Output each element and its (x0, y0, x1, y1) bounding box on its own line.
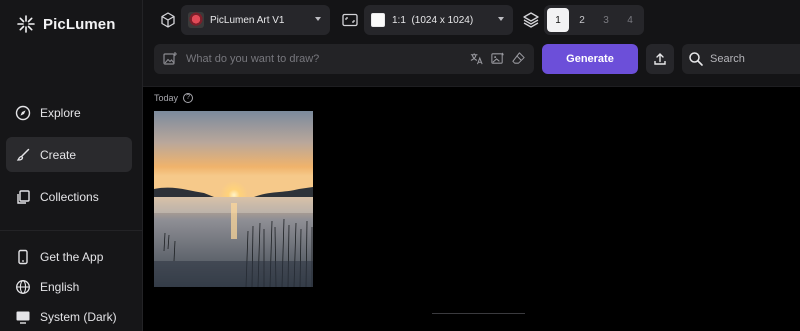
image-count-option-2[interactable]: 2 (571, 8, 593, 32)
sidebar-divider (0, 230, 143, 231)
sidebar-item-label: Get the App (40, 249, 104, 264)
generated-image-thumbnail[interactable] (154, 111, 313, 287)
image-count-option-1[interactable]: 1 (547, 8, 569, 32)
help-icon[interactable]: ? (183, 93, 194, 103)
image-count-option-3[interactable]: 3 (595, 8, 617, 32)
cube-icon (161, 12, 175, 28)
sidebar-item-collections[interactable]: Collections (6, 179, 132, 214)
search-bar (682, 44, 800, 74)
sidebar-item-create[interactable]: Create (6, 137, 132, 172)
scroll-indicator[interactable] (432, 313, 525, 314)
layers-icon (523, 12, 539, 28)
app-name: PicLumen (43, 15, 116, 33)
group-date-label: Today (154, 93, 179, 103)
sidebar-item-label: Create (40, 147, 77, 162)
sidebar-item-label: System (Dark) (40, 309, 117, 324)
collections-icon (17, 189, 30, 204)
sidebar: PicLumen Explore Create Collections Get … (0, 0, 143, 331)
aspect-ratio-label: 1:1 (1024 x 1024) (392, 14, 474, 26)
compass-icon (15, 105, 31, 120)
model-select[interactable]: PicLumen Art V1 (181, 5, 330, 35)
chevron-down-icon (498, 17, 504, 21)
phone-icon (18, 249, 28, 264)
theme-selector[interactable]: System (Dark) (6, 299, 132, 331)
upload-button[interactable] (646, 44, 674, 74)
square-ratio-icon (371, 13, 385, 27)
sidebar-item-label: English (40, 279, 80, 294)
sunset-lake-image (154, 111, 313, 287)
sidebar-item-label: Explore (40, 105, 81, 120)
image-count-selector: 1 2 3 4 (544, 5, 644, 35)
chevron-down-icon (315, 17, 321, 21)
prompt-input[interactable] (186, 53, 466, 65)
upload-icon (654, 53, 666, 65)
aspect-ratio-select[interactable]: 1:1 (1024 x 1024) (364, 5, 513, 35)
sidebar-item-label: Collections (40, 189, 99, 204)
search-input[interactable] (710, 53, 790, 65)
piclumen-logo-icon (17, 15, 35, 33)
prompt-bar (154, 44, 534, 74)
generate-button[interactable]: Generate (542, 44, 638, 74)
add-image-icon[interactable] (162, 51, 178, 67)
model-label: PicLumen Art V1 (210, 14, 285, 26)
search-icon (689, 52, 703, 66)
model-thumbnail (188, 12, 204, 28)
logo[interactable]: PicLumen (16, 14, 115, 34)
monitor-icon (16, 311, 30, 324)
globe-icon (16, 279, 30, 294)
image-describe-icon[interactable] (490, 51, 505, 66)
gallery-group-label: Today ? (154, 93, 194, 103)
image-count-option-4[interactable]: 4 (619, 8, 641, 32)
brush-icon (16, 148, 30, 161)
eraser-icon[interactable] (511, 51, 526, 66)
sidebar-item-explore[interactable]: Explore (6, 95, 132, 130)
prompt-tools (469, 51, 526, 66)
translate-icon[interactable] (469, 51, 484, 66)
aspect-ratio-icon (342, 13, 358, 27)
